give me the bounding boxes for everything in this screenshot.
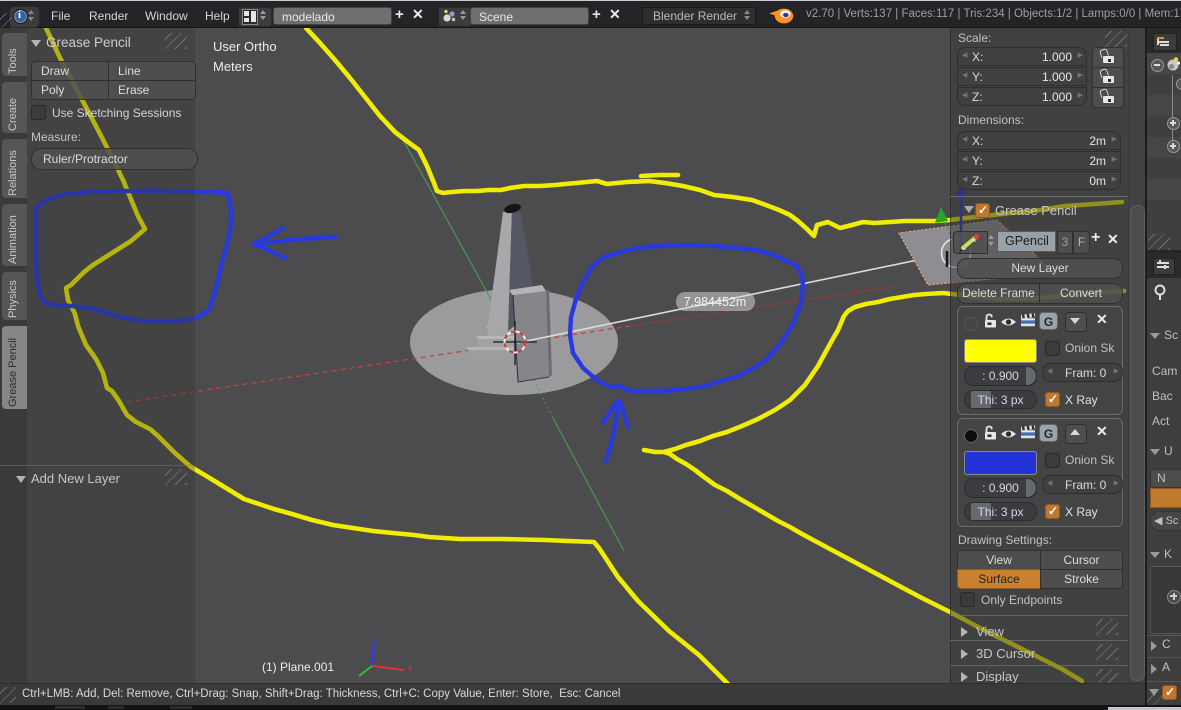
svg-text:7.984452m: 7.984452m	[684, 295, 747, 309]
svg-text:z: z	[374, 630, 379, 640]
svg-text:x: x	[408, 663, 413, 673]
